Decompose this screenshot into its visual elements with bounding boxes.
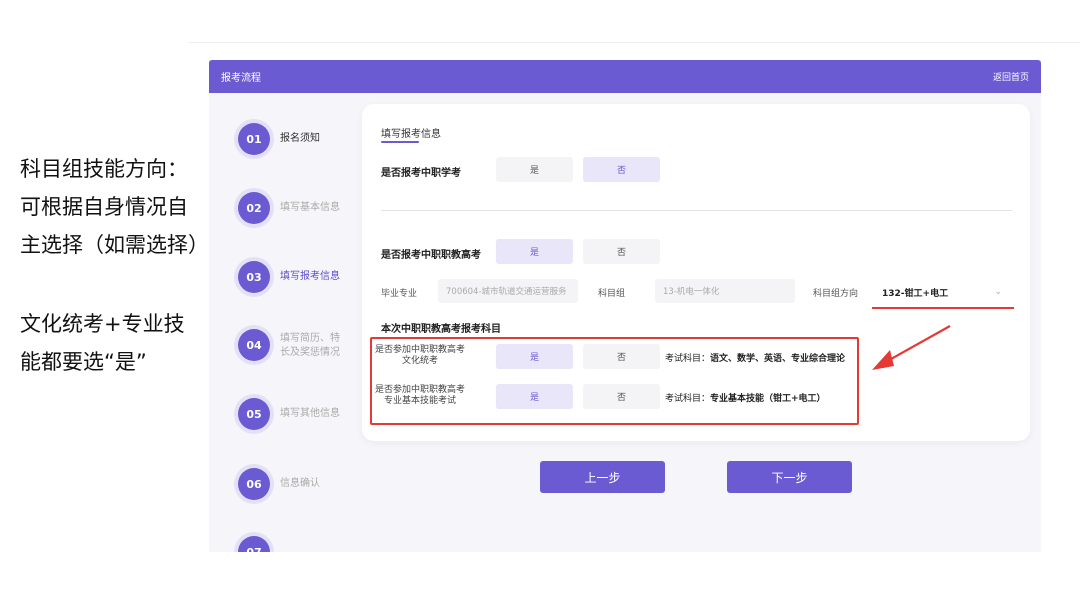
window-header: 报考流程 返回首页: [209, 60, 1041, 93]
step-number: 06: [238, 468, 270, 500]
section-divider: [381, 210, 1012, 211]
major-field[interactable]: 700604-城市轨道交通运营服务: [438, 279, 578, 303]
q2-label: 是否报考中职职教高考: [381, 250, 481, 261]
step-item-3[interactable]: 03 填写报考信息: [238, 261, 348, 293]
step-label: 信息确认: [280, 478, 320, 489]
q2-no-button[interactable]: 否: [583, 239, 660, 264]
annotation-select-yes: 文化统考+专业技 能都要选“是”: [20, 305, 185, 381]
q1-no-button[interactable]: 否: [583, 157, 660, 182]
direction-label: 科目组方向: [813, 289, 859, 299]
step-label: 填写简历、特长及奖惩情况: [280, 333, 340, 358]
step-item-1[interactable]: 01 报名须知: [238, 123, 348, 155]
back-home-link[interactable]: 返回首页: [993, 70, 1029, 83]
chevron-down-icon: ⌄: [994, 287, 1002, 297]
top-divider: [188, 42, 1080, 43]
q2-yes-button[interactable]: 是: [496, 239, 573, 264]
step-item-7[interactable]: 07: [238, 536, 348, 552]
q1-yes-button[interactable]: 是: [496, 157, 573, 182]
next-step-button[interactable]: 下一步: [727, 461, 852, 493]
step-label: [280, 536, 348, 545]
step-number: 05: [238, 398, 270, 430]
group-label: 科目组: [598, 289, 626, 299]
step-label: 填写基本信息: [280, 202, 340, 213]
annotation-line: 主选择（如需选择）: [20, 233, 209, 257]
step-number: 04: [238, 329, 270, 361]
direction-select[interactable]: 132-钳工+电工 ⌄: [872, 279, 1012, 305]
step-item-4[interactable]: 04 填写简历、特长及奖惩情况: [238, 329, 348, 361]
annotation-skill-direction: 科目组技能方向： 可根据自身情况自 主选择（如需选择）: [20, 150, 209, 264]
step-item-6[interactable]: 06 信息确认: [238, 468, 348, 500]
highlight-underline: [872, 307, 1014, 309]
step-sidebar: 01 报名须知 02 填写基本信息 03 填写报考信息 04 填写简历、特长及奖…: [209, 93, 359, 552]
step-label: 报名须知: [280, 133, 320, 144]
direction-value: 132-钳工+电工: [882, 288, 949, 299]
annotation-line: 文化统考+专业技: [20, 312, 185, 336]
step-label: 填写其他信息: [280, 408, 340, 419]
annotation-line: 能都要选“是”: [20, 350, 147, 374]
step-item-5[interactable]: 05 填写其他信息: [238, 398, 348, 430]
prev-step-button[interactable]: 上一步: [540, 461, 665, 493]
subjects-title: 本次中职职教高考报考科目: [381, 324, 501, 335]
step-label: 填写报考信息: [280, 271, 340, 282]
q1-label: 是否报考中职学考: [381, 168, 461, 179]
step-number: 01: [238, 123, 270, 155]
annotation-line: 科目组技能方向：: [20, 157, 188, 181]
annotation-line: 可根据自身情况自: [20, 195, 188, 219]
group-field[interactable]: 13-机电一体化: [655, 279, 795, 303]
step-item-2[interactable]: 02 填写基本信息: [238, 192, 348, 224]
highlight-arrow-icon: [872, 325, 951, 370]
step-number: 02: [238, 192, 270, 224]
highlight-box: [370, 337, 859, 425]
page-title: 报考流程: [221, 73, 261, 84]
major-label: 毕业专业: [381, 289, 418, 299]
card-title: 填写报考信息: [381, 125, 441, 143]
step-number: 03: [238, 261, 270, 293]
step-number: 07: [238, 536, 270, 552]
